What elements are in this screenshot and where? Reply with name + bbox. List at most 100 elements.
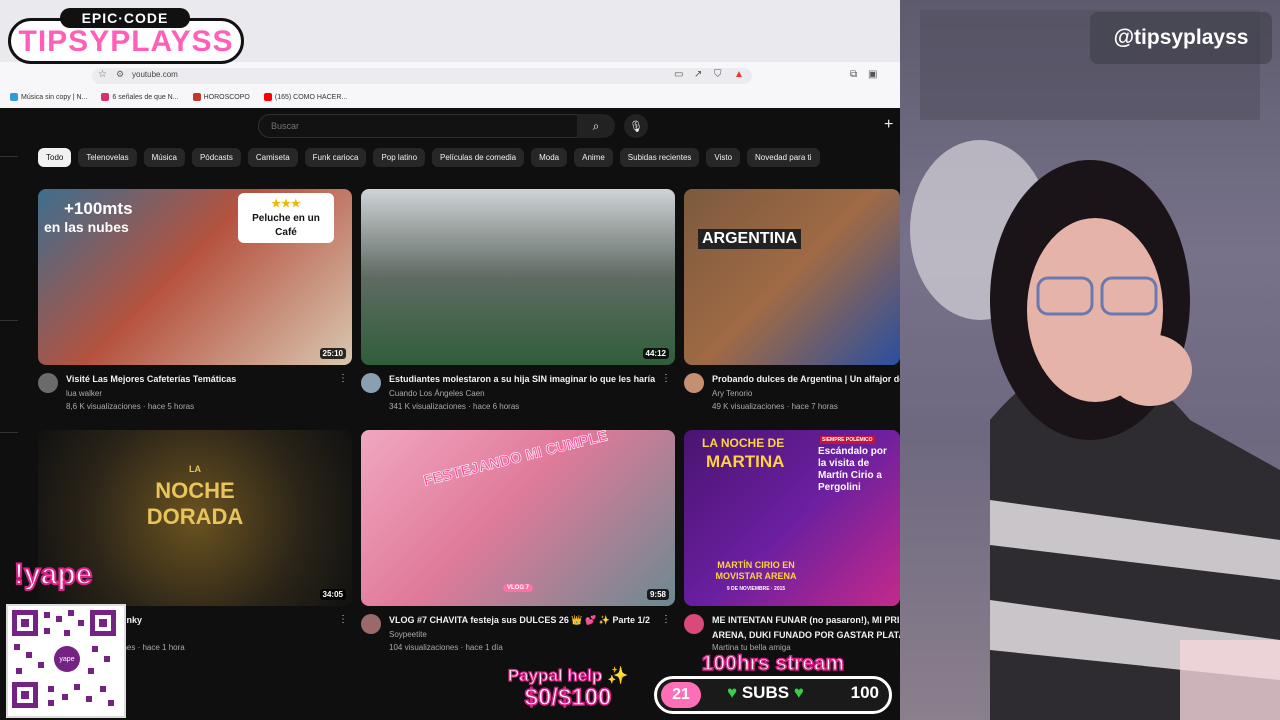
search-box[interactable]: [258, 114, 578, 138]
stream-title: 100hrs stream: [701, 651, 845, 676]
sidebar-divider: [0, 320, 18, 321]
video-meta: 49 K visualizaciones · hace 7 horas: [712, 402, 838, 411]
channel-avatar[interactable]: [361, 614, 381, 634]
shield-icon[interactable]: ⛉: [714, 69, 722, 80]
channel-avatar[interactable]: [684, 373, 704, 393]
thumbnail-text: +100mts: [64, 199, 133, 218]
chip-visto[interactable]: Visto: [706, 148, 741, 167]
video-title[interactable]: Estudiantes molestaron a su hija SIN ima…: [389, 374, 659, 384]
stars-icon: ★★★: [271, 198, 301, 210]
video-thumbnail[interactable]: ARGENTINA: [684, 189, 900, 365]
video-duration: 25:10: [319, 348, 346, 359]
video-card[interactable]: +100mts en las nubes ★★★ Peluche en un C…: [38, 189, 352, 419]
channel-avatar[interactable]: [38, 373, 58, 393]
more-options-icon[interactable]: ⋮: [661, 614, 671, 625]
thumbnail-text: ARGENTINA: [698, 229, 802, 249]
yape-qr-code: yape: [6, 604, 126, 718]
thumbnail-text: NOCHE: [155, 478, 235, 503]
sidebar-icon[interactable]: ▣: [868, 69, 877, 80]
channel-name[interactable]: lua walker: [66, 389, 102, 398]
search-input[interactable]: [269, 120, 563, 132]
thumbnail-badge: VLOG 7: [503, 584, 534, 592]
video-card[interactable]: ARGENTINA Probando dulces de Argentina |…: [684, 189, 900, 419]
chip-novedad[interactable]: Novedad para ti: [747, 148, 820, 167]
yape-qr-logo: yape: [54, 646, 80, 672]
video-title[interactable]: Visité Las Mejores Cafeterías Temáticas: [66, 374, 336, 384]
chip-musica[interactable]: Música: [143, 148, 185, 167]
paypal-amount: $0/$100: [524, 683, 612, 712]
video-thumbnail[interactable]: +100mts en las nubes ★★★ Peluche en un C…: [38, 189, 352, 365]
video-duration: 9:58: [646, 589, 669, 600]
bookmark-star-icon[interactable]: ☆: [98, 69, 107, 80]
bookmark-item[interactable]: (165) COMO HACER...: [263, 90, 348, 104]
channel-name[interactable]: Ary Tenorio: [712, 389, 752, 398]
chip-anime[interactable]: Anime: [574, 148, 613, 167]
chip-subidas-recientes[interactable]: Subidas recientes: [619, 148, 700, 167]
voice-search-button[interactable]: 🎙: [624, 114, 648, 138]
streamer-handle-box: @tipsyplayss: [1090, 12, 1272, 64]
video-title[interactable]: Probando dulces de Argentina | Un alfajo…: [712, 374, 900, 384]
video-title[interactable]: VLOG #7 CHAVITA festeja sus DULCES 26 👑 …: [389, 615, 659, 626]
video-duration: 34:05: [319, 589, 346, 600]
share-icon[interactable]: ↗: [694, 69, 702, 80]
sub-goal-bar: 21 ♥ SUBS ♥ 100: [654, 676, 892, 714]
sub-count: 21: [661, 682, 701, 708]
channel-avatar[interactable]: [684, 614, 704, 634]
video-meta: ones · hace 1 hora: [118, 643, 185, 652]
youtube-page: ⌕ 🎙 + Todo Telenovelas Música Pódcasts C…: [0, 108, 900, 720]
bookmark-item[interactable]: 6 señales de que N...: [101, 90, 179, 104]
thumbnail-text: Peluche en un: [252, 213, 320, 224]
create-plus-icon[interactable]: +: [884, 116, 893, 134]
heart-icon: ♥: [793, 683, 804, 702]
chip-telenovelas[interactable]: Telenovelas: [78, 148, 137, 167]
video-card[interactable]: LA NOCHE DE MARTINA SIEMPRE POLÉMICO Esc…: [684, 430, 900, 660]
thumbnail-text: LA NOCHE DE: [702, 436, 785, 450]
video-card[interactable]: 44:12 Estudiantes molestaron a su hija S…: [361, 189, 675, 419]
bookmark-label: Música sin copy | N...: [21, 93, 88, 101]
webcam-person-image: [910, 10, 1280, 720]
paypal-label: Paypal help ✨: [507, 665, 629, 685]
thumbnail-text: 9 DE NOVIEMBRE · 2015: [726, 586, 786, 592]
chip-funk-carioca[interactable]: Funk carioca: [304, 148, 367, 167]
sidebar-divider: [0, 432, 18, 433]
url-text[interactable]: youtube.com: [132, 70, 178, 79]
video-meta: 8,6 K visualizaciones · hace 5 horas: [66, 402, 195, 411]
bookmark-label: (165) COMO HACER...: [274, 93, 348, 101]
more-options-icon[interactable]: ⋮: [338, 614, 348, 625]
video-meta: 341 K visualizaciones · hace 6 horas: [389, 402, 520, 411]
thumbnail-label-box: ★★★ Peluche en un Café: [238, 193, 334, 243]
video-thumbnail[interactable]: LA NOCHE DE MARTINA SIEMPRE POLÉMICO Esc…: [684, 430, 900, 606]
chip-pop-latino[interactable]: Pop latino: [373, 148, 426, 167]
video-thumbnail[interactable]: 44:12: [361, 189, 675, 365]
chip-todo[interactable]: Todo: [38, 148, 72, 167]
channel-name[interactable]: Soypeetite: [389, 630, 427, 639]
microphone-icon: 🎙: [629, 120, 643, 133]
more-options-icon[interactable]: ⋮: [661, 373, 671, 384]
extensions-icon[interactable]: ⧉: [850, 69, 857, 80]
channel-avatar[interactable]: [361, 373, 381, 393]
chip-peliculas-comedia[interactable]: Películas de comedia: [432, 148, 525, 167]
site-info-icon[interactable]: ⚙: [116, 69, 124, 80]
subs-text: SUBS: [741, 683, 790, 702]
chip-moda[interactable]: Moda: [531, 148, 568, 167]
sub-goal-target: 100: [850, 683, 879, 702]
video-card[interactable]: FESTEJANDO MI CUMPLE VLOG 7 9:58 VLOG #7…: [361, 430, 675, 660]
cast-icon[interactable]: ▭: [674, 69, 683, 80]
more-options-icon[interactable]: ⋮: [338, 373, 348, 384]
search-button[interactable]: ⌕: [577, 114, 615, 138]
bookmark-favicon-icon: [263, 93, 272, 101]
video-title[interactable]: ME INTENTAN FUNAR (no pasaron!), MI PRI: [712, 615, 900, 625]
bookmarks-bar: Música sin copy | N... 6 señales de que …: [10, 90, 347, 104]
thumbnail-text: SIEMPRE POLÉMICO: [820, 436, 875, 444]
address-bar[interactable]: ☆ ⚙ youtube.com: [92, 68, 752, 84]
warning-icon[interactable]: ▲: [734, 69, 744, 80]
video-thumbnail[interactable]: FESTEJANDO MI CUMPLE VLOG 7 9:58: [361, 430, 675, 606]
video-title-line2[interactable]: ARENA, DUKI FUNADO POR GASTAR PLATA: [712, 630, 900, 640]
sidebar-divider: [0, 156, 18, 157]
channel-name[interactable]: Martina tu bella amiga: [712, 643, 791, 652]
chip-camiseta[interactable]: Camiseta: [247, 148, 298, 167]
channel-name[interactable]: Cuando Los Ángeles Caen: [389, 389, 485, 398]
bookmark-item[interactable]: HOROSCOPO: [192, 90, 250, 104]
chip-podcasts[interactable]: Pódcasts: [191, 148, 241, 167]
bookmark-item[interactable]: Música sin copy | N...: [10, 90, 87, 104]
